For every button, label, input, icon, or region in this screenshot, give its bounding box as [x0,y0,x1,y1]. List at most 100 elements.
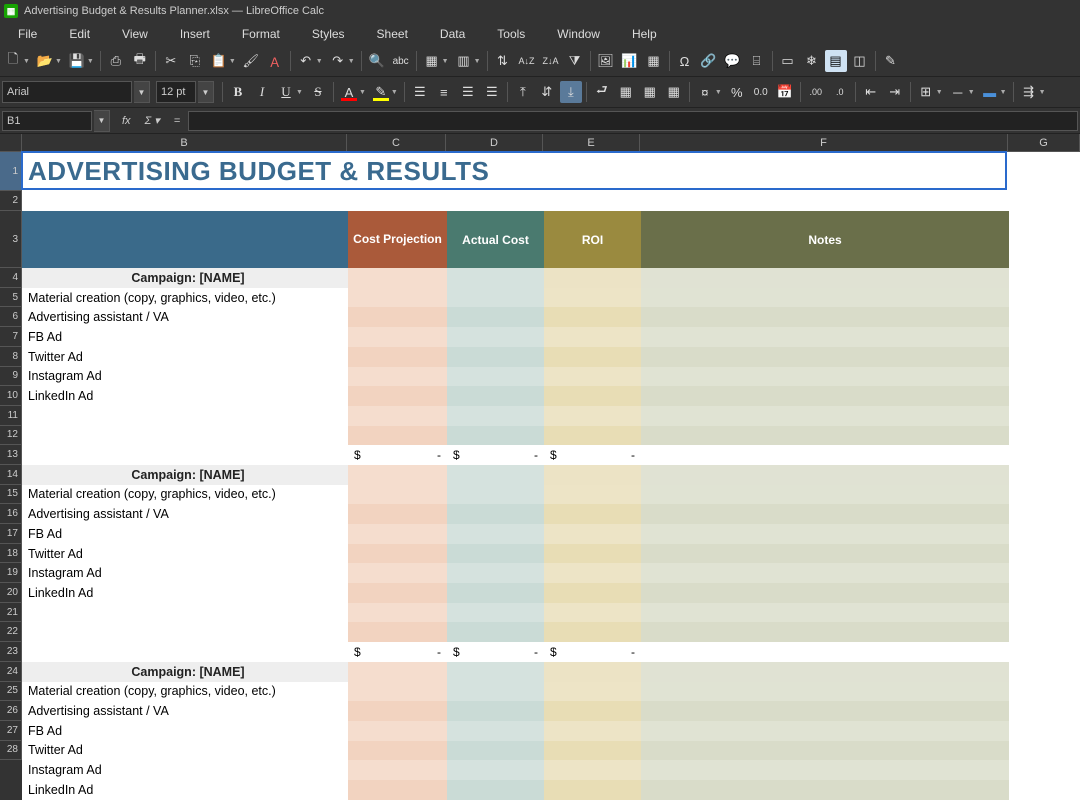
cell[interactable] [544,701,641,721]
add-decimal-icon[interactable]: .00 [805,81,827,103]
table-row[interactable]: Material creation (copy, graphics, video… [22,485,1080,505]
cell[interactable] [348,386,447,406]
window-icon[interactable]: ◫ [849,50,871,72]
comment-icon[interactable]: 💬 [722,50,744,72]
table-row[interactable]: Twitter Ad [22,741,1080,761]
table-row[interactable]: Material creation (copy, graphics, video… [22,288,1080,308]
row-header[interactable]: 18 [0,544,22,564]
col-E[interactable]: E [543,134,640,151]
cell[interactable] [348,583,447,603]
col-B[interactable]: B [22,134,347,151]
cell[interactable] [348,662,447,682]
cell[interactable] [22,426,348,446]
table-row[interactable]: FB Ad [22,524,1080,544]
cell[interactable] [348,347,447,367]
cell[interactable] [544,741,641,761]
cell[interactable] [641,642,1009,662]
cell[interactable] [348,563,447,583]
cell[interactable] [348,307,447,327]
cell[interactable]: Twitter Ad [22,741,348,761]
cell[interactable]: LinkedIn Ad [22,386,348,406]
cell[interactable] [641,524,1009,544]
cell[interactable] [447,327,544,347]
font-name-dropdown-icon[interactable]: ▼ [134,81,150,103]
special-char-icon[interactable]: Ω [674,50,696,72]
cell[interactable] [348,485,447,505]
cell[interactable]: FB Ad [22,524,348,544]
col-F[interactable]: F [640,134,1008,151]
cell[interactable] [348,741,447,761]
cell[interactable] [447,622,544,642]
cell[interactable] [641,367,1009,387]
cell[interactable] [447,426,544,446]
cell[interactable] [348,504,447,524]
cell[interactable] [641,603,1009,623]
cell[interactable]: Campaign: [NAME] [22,465,348,485]
menu-format[interactable]: Format [226,23,296,45]
cell[interactable]: LinkedIn Ad [22,583,348,603]
cell[interactable] [447,701,544,721]
percent-icon[interactable]: % [726,81,748,103]
cell[interactable]: Campaign: [NAME] [22,662,348,682]
cell[interactable] [544,544,641,564]
row-header[interactable]: 6 [0,307,22,327]
cell[interactable]: $- [447,445,544,465]
cell[interactable] [348,465,447,485]
row-headers[interactable]: 1234567891011121314151617181920212223242… [0,152,22,800]
increase-indent-icon[interactable]: ⇤ [860,81,882,103]
cell[interactable]: Advertising assistant / VA [22,307,348,327]
row-header[interactable]: 19 [0,563,22,583]
cell[interactable] [641,780,1009,800]
row-header[interactable]: 11 [0,406,22,426]
cell[interactable] [447,465,544,485]
column-icon[interactable]: ▥ [453,50,475,72]
cell[interactable]: Twitter Ad [22,347,348,367]
cell[interactable] [447,563,544,583]
image-icon[interactable]: 🖼 [595,50,617,72]
cell[interactable]: Material creation (copy, graphics, video… [22,288,348,308]
row-header[interactable]: 2 [0,191,22,211]
row-header[interactable]: 10 [0,386,22,406]
table-row[interactable]: LinkedIn Ad [22,780,1080,800]
merge-center-icon[interactable]: ▦ [639,81,661,103]
cell[interactable] [544,583,641,603]
cell[interactable] [641,544,1009,564]
cell[interactable]: Instagram Ad [22,367,348,387]
table-row[interactable] [22,406,1080,426]
cell[interactable] [641,682,1009,702]
open-icon[interactable]: 📂 [34,50,56,72]
cell[interactable] [447,307,544,327]
cell[interactable] [544,367,641,387]
sort-icon[interactable]: ⇅ [492,50,514,72]
align-right-icon[interactable]: ☰ [457,81,479,103]
cell[interactable] [447,504,544,524]
cell[interactable] [348,701,447,721]
name-box-input[interactable] [2,111,92,131]
font-color-icon[interactable]: A [338,81,360,103]
cell[interactable] [447,524,544,544]
header-footer-icon[interactable]: ⌸ [746,50,768,72]
cell[interactable]: Advertising assistant / VA [22,504,348,524]
export-pdf-icon[interactable]: ⎙ [105,50,127,72]
sort-desc-icon[interactable]: Z↓A [540,50,562,72]
cell[interactable] [641,327,1009,347]
cell[interactable] [348,406,447,426]
pivot-icon[interactable]: ▦ [643,50,665,72]
row-header[interactable]: 8 [0,347,22,367]
cell[interactable]: $- [544,642,641,662]
underline-icon[interactable]: U [275,81,297,103]
cell[interactable] [447,662,544,682]
cell[interactable]: Campaign: [NAME] [22,268,348,288]
cell[interactable] [544,307,641,327]
wrap-text-icon[interactable]: ⮐ [591,81,613,103]
cell[interactable] [544,504,641,524]
cell[interactable] [447,721,544,741]
table-row[interactable]: Campaign: [NAME] [22,268,1080,288]
col-D[interactable]: D [446,134,543,151]
new-icon[interactable]: 🗋 [2,50,24,72]
select-all-corner[interactable] [0,134,22,151]
conditional-icon[interactable]: ⇶ [1018,81,1040,103]
merge-cells-icon[interactable]: ▦ [615,81,637,103]
sort-asc-icon[interactable]: A↓Z [516,50,538,72]
cell[interactable] [641,347,1009,367]
